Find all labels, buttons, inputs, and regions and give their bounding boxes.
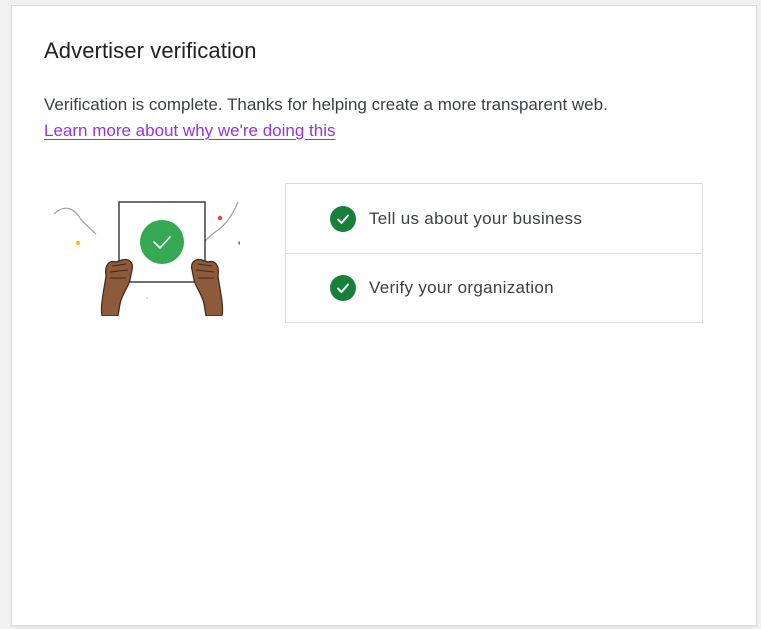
check-circle-icon — [330, 275, 356, 301]
verification-complete-illustration — [53, 201, 240, 316]
learn-more-link[interactable]: Learn more about why we're doing this — [44, 118, 608, 144]
check-circle-icon — [330, 205, 356, 232]
step-label: Tell us about your business — [369, 208, 583, 228]
step-business-info[interactable]: Tell us about your business — [286, 184, 702, 253]
page-title: Advertiser verification — [44, 38, 257, 63]
description-text: Verification is complete. Thanks for hel… — [44, 95, 608, 114]
step-verify-organization[interactable]: Verify your organization — [286, 253, 702, 322]
description-block: Verification is complete. Thanks for hel… — [44, 92, 608, 144]
step-label: Verify your organization — [369, 278, 554, 297]
verification-card: Advertiser verification Verification is … — [11, 5, 757, 626]
verification-steps-list: Tell us about your business Verify your … — [285, 183, 703, 323]
